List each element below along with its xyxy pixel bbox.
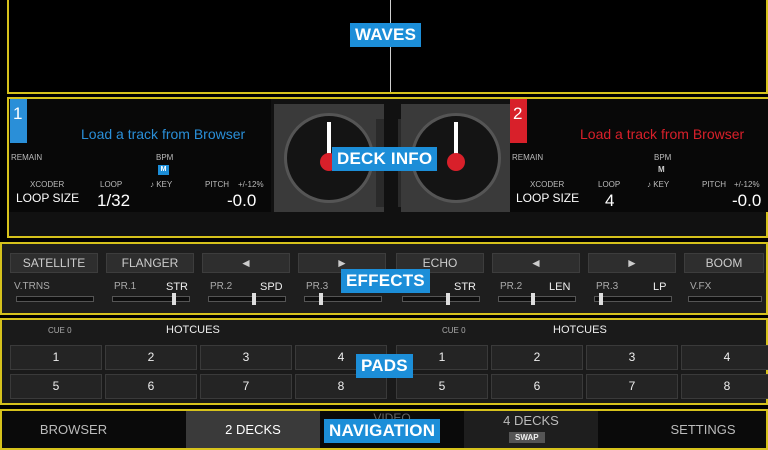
navigation-callout: NAVIGATION [324,419,441,443]
slider-knob[interactable] [446,293,450,305]
right-fx-param-3-slider[interactable] [594,293,672,305]
right-fx-param-2-name: LEN [549,281,571,293]
left-fx-param-1-slider[interactable] [112,293,190,305]
deck-info-callout: DECK INFO [332,147,438,171]
left-fx-param-2-name: SPD [260,281,283,293]
left-pad-3[interactable]: 3 [200,345,292,370]
deck-1-pitch-label: PITCH [205,180,229,189]
right-pad-6[interactable]: 6 [491,374,583,399]
left-pad-6[interactable]: 6 [105,374,197,399]
right-fx-param-3-label: PR.3 [596,281,619,292]
deck-1-bpm-label: BPM [156,153,174,162]
left-master-fx-slider[interactable] [16,296,94,302]
left-hotcues-title: HOTCUES [166,324,220,336]
right-master-fx-slider[interactable] [688,296,762,302]
deck-1-loop-size-label: LOOP SIZE [16,191,80,205]
deck-2-pitch-range: +/-12% [734,180,760,189]
deck-2-pitch-value: -0.0 [732,191,762,210]
browser-button[interactable]: BROWSER [2,411,145,448]
left-pad-1[interactable]: 1 [10,345,102,370]
right-cue-label: CUE 0 [442,326,466,335]
left-fx-param-1-name: STR [166,281,188,293]
deck-2-platter-center [447,153,465,171]
left-cue-label: CUE 0 [48,326,72,335]
deck-1-loop-label: LOOP [100,180,123,189]
four-decks-label: 4 DECKS [503,413,559,428]
deck-2-xcoder-label: XCODER [530,180,565,189]
right-master-fx-label: V.FX [690,281,712,292]
right-fx-prev-button[interactable]: ◄ [492,253,580,273]
slider-knob[interactable] [531,293,535,305]
left-fx-prev-button[interactable]: ◄ [202,253,290,273]
deck-1-remain-label: REMAIN [11,153,43,162]
left-master-fx-button[interactable]: SATELLITE [10,253,98,273]
pads-callout: PADS [356,354,413,378]
deck-2-pitch-label: PITCH [702,180,726,189]
deck-1-load-text[interactable]: Load a track from Browser [81,126,245,142]
deck-1-xcoder-label: XCODER [30,180,65,189]
left-fx-param-3-label: PR.3 [306,281,329,292]
right-pad-4[interactable]: 4 [681,345,768,370]
deck-1-key-label: ♪ KEY [150,180,173,189]
right-pad-7[interactable]: 7 [586,374,678,399]
two-decks-button[interactable]: 2 DECKS [186,411,320,448]
deck-2-bpm-mode[interactable]: M [658,165,665,174]
deck-1-bpm-mode[interactable]: M [158,165,169,175]
deck-2[interactable]: 2 Load a track from Browser REMAIN BPM M… [510,99,768,212]
right-master-fx-button[interactable]: BOOM [684,253,764,273]
deck-2-loop-size-label: LOOP SIZE [516,191,580,205]
deck-1[interactable]: 1 Load a track from Browser REMAIN BPM M… [9,99,271,212]
slider-knob[interactable] [599,293,603,305]
deck-1-loop-size[interactable]: 1/32 [97,191,130,211]
deck-2-loop-size[interactable]: 4 [605,191,614,211]
deck-1-pitch-range: +/-12% [238,180,264,189]
deck-2-bpm-label: BPM [654,153,672,162]
right-fx-param-3-name: LP [653,281,667,293]
left-fx-select-button[interactable]: FLANGER [106,253,194,273]
waves-panel [7,0,768,94]
deck-2-load-text[interactable]: Load a track from Browser [580,126,744,142]
left-pad-7[interactable]: 7 [200,374,292,399]
right-fx-param-2-slider[interactable] [498,293,576,305]
slider-knob[interactable] [319,293,323,305]
deck-1-pitch-value: -0.0 [227,191,257,210]
deck-2-number: 2 [510,99,527,143]
right-pad-3[interactable]: 3 [586,345,678,370]
left-pad-2[interactable]: 2 [105,345,197,370]
right-fx-next-button[interactable]: ► [588,253,676,273]
left-fx-param-1-label: PR.1 [114,281,137,292]
slider-knob[interactable] [252,293,256,305]
left-fx-param-2-slider[interactable] [208,293,286,305]
left-pad-5[interactable]: 5 [10,374,102,399]
right-hotcues-title: HOTCUES [553,324,607,336]
deck-2-remain-label: REMAIN [512,153,544,162]
waves-callout: WAVES [350,23,422,47]
settings-button[interactable]: SETTINGS [638,411,768,448]
right-fx-param-2-label: PR.2 [500,281,523,292]
left-fx-param-3-slider[interactable] [304,293,382,305]
slider-knob[interactable] [172,293,176,305]
deck-1-number: 1 [10,99,27,143]
right-fx-param-1-slider[interactable] [402,293,480,305]
effects-callout: EFFECTS [341,269,430,293]
right-fx-param-1-name: STR [454,281,476,293]
right-pad-8[interactable]: 8 [681,374,768,399]
left-fx-param-2-label: PR.2 [210,281,233,292]
deck-2-loop-label: LOOP [598,180,621,189]
swap-button[interactable]: SWAP [509,432,545,443]
left-master-fx-label: V.TRNS [14,281,50,292]
deck-2-key-label: ♪ KEY [647,180,670,189]
right-pad-2[interactable]: 2 [491,345,583,370]
